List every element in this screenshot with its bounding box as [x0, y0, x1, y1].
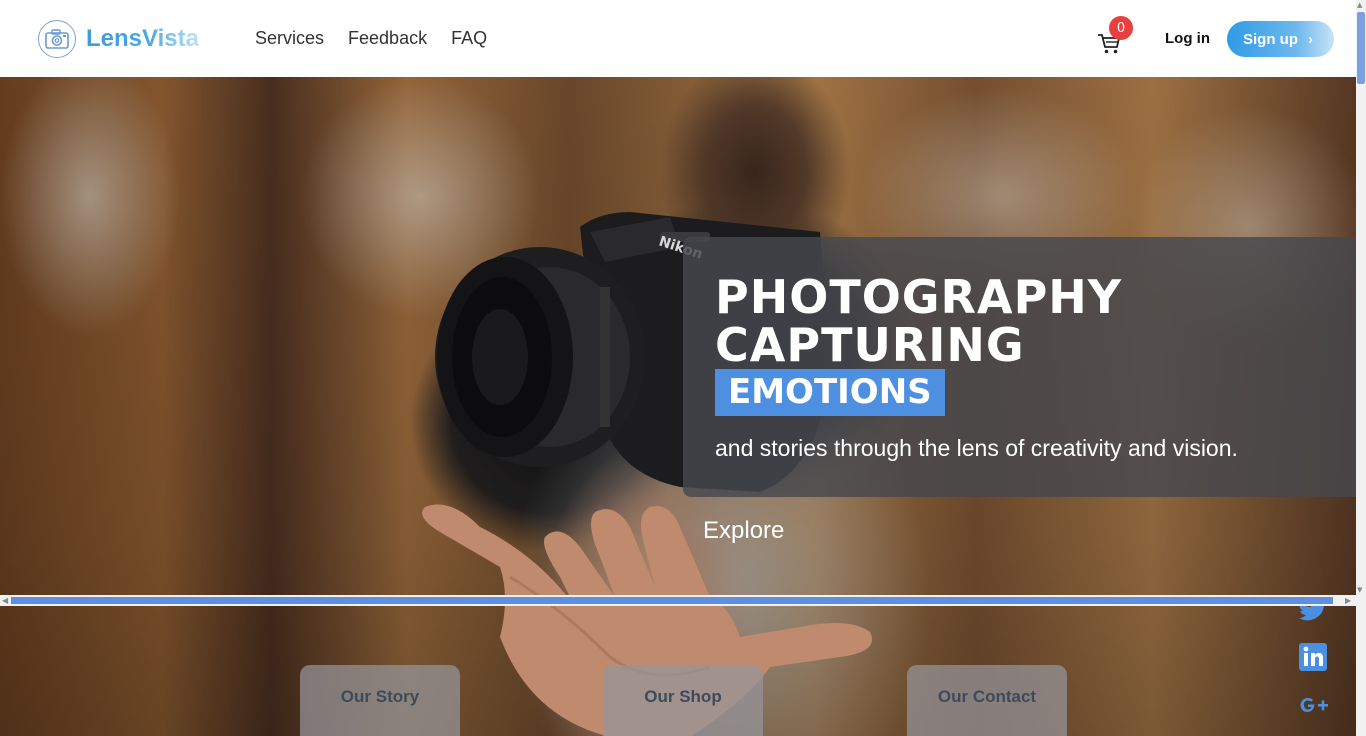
explore-link[interactable]: Explore	[703, 517, 784, 545]
nav-link-faq[interactable]: FAQ	[451, 28, 487, 49]
scroll-left-arrow-icon[interactable]: ◀	[2, 596, 8, 605]
hero-subtitle: and stories through the lens of creativi…	[715, 435, 1238, 461]
scroll-up-arrow-icon[interactable]: ▲	[1357, 1, 1362, 9]
brand-name: LensVista	[86, 25, 199, 52]
horizontal-scroll-thumb[interactable]	[11, 597, 1333, 604]
hero-section: Nikon PHOTOGRAPHY CAPTURING EMOTIONS and…	[0, 77, 1356, 736]
camera-logo-icon	[38, 20, 76, 58]
card-our-contact-label: Our Contact	[937, 687, 1037, 706]
nav-link-feedback[interactable]: Feedback	[348, 28, 427, 49]
nav-link-services[interactable]: Services	[255, 28, 324, 49]
signup-label: Sign up	[1243, 30, 1298, 48]
top-navbar: LensVista Services Feedback FAQ 0 Log in…	[0, 0, 1356, 77]
card-our-story-label: Our Story	[340, 687, 420, 706]
vertical-scroll-thumb[interactable]	[1357, 12, 1365, 84]
scroll-down-arrow-icon[interactable]: ▼	[1357, 586, 1362, 594]
card-our-contact[interactable]: Our Contact	[907, 665, 1067, 736]
main-nav: Services Feedback FAQ	[255, 28, 487, 49]
linkedin-icon[interactable]	[1298, 642, 1328, 677]
login-link[interactable]: Log in	[1165, 30, 1210, 47]
brand-logo[interactable]: LensVista	[38, 20, 199, 58]
card-our-story[interactable]: Our Story	[300, 665, 460, 736]
card-our-shop-label: Our Shop	[644, 687, 722, 706]
scroll-right-arrow-icon[interactable]: ▶	[1345, 596, 1351, 605]
google-plus-icon[interactable]	[1298, 694, 1330, 721]
vertical-scrollbar[interactable]: ▲ ▼	[1356, 0, 1366, 736]
hero-title-line-1: PHOTOGRAPHY	[715, 270, 1123, 324]
hero-highlight: EMOTIONS	[715, 369, 945, 416]
page: LensVista Services Feedback FAQ 0 Log in…	[0, 0, 1366, 736]
chevron-right-icon: ›	[1308, 30, 1313, 48]
hero-title-line-2: CAPTURING	[715, 318, 1025, 372]
signup-button[interactable]: Sign up ›	[1227, 21, 1334, 57]
horizontal-scrollbar[interactable]: ◀ ▶	[0, 595, 1356, 606]
card-our-shop[interactable]: Our Shop	[603, 665, 763, 736]
cart-count-badge: 0	[1109, 16, 1133, 40]
